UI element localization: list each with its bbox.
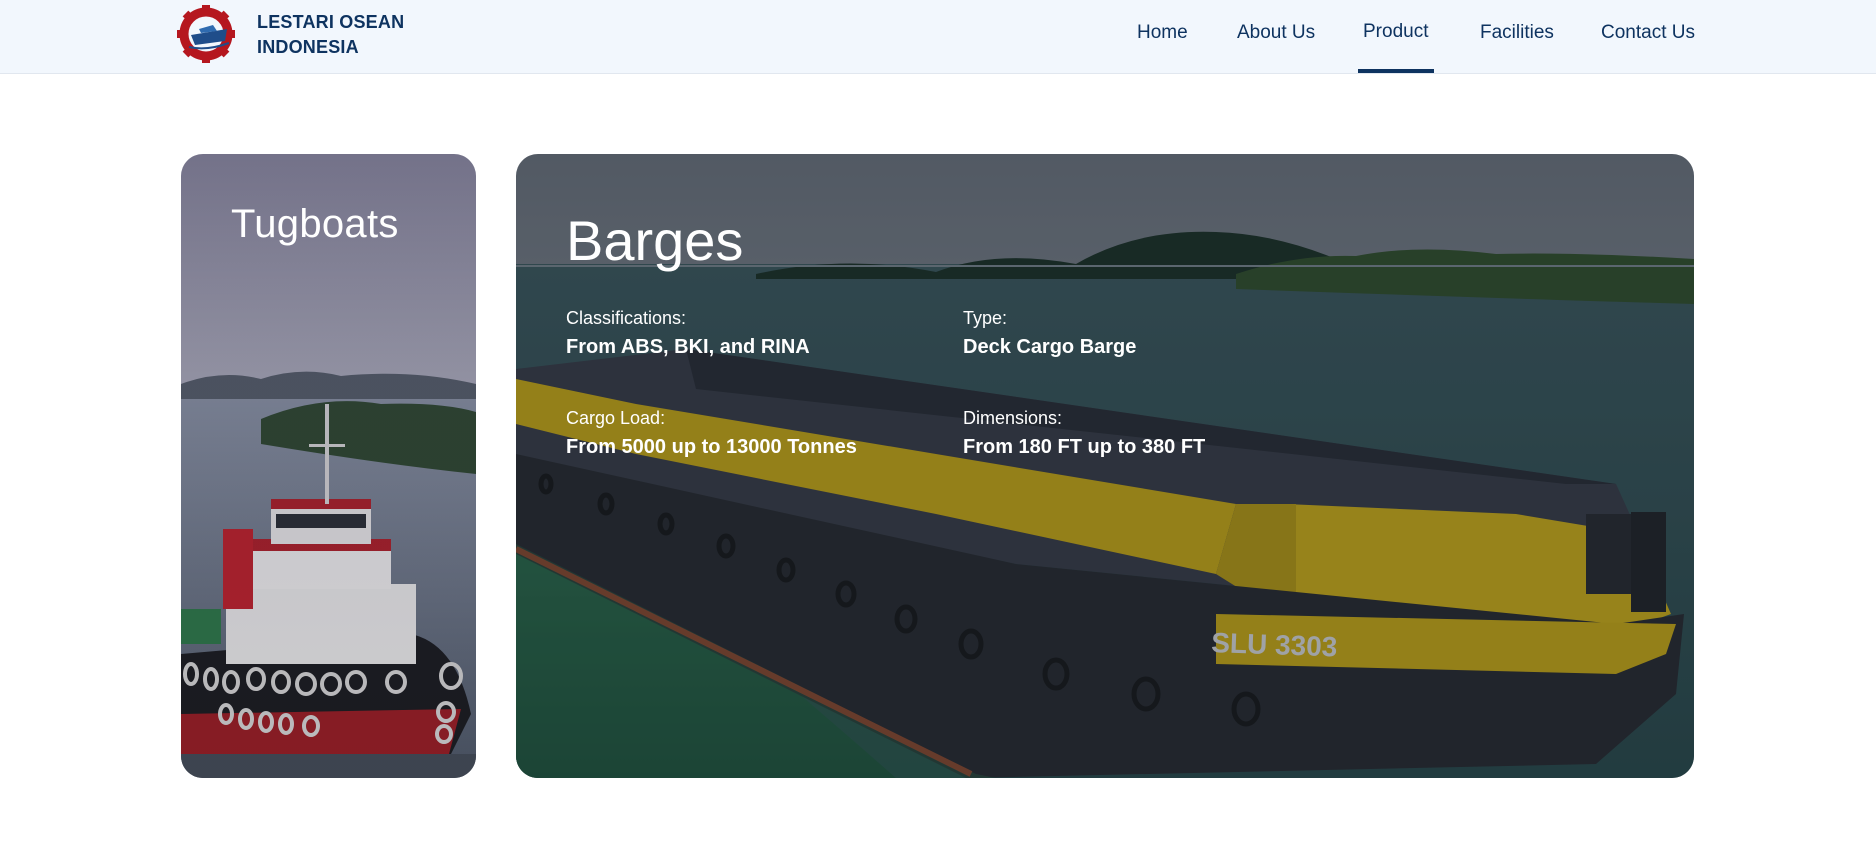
nav-contact-us[interactable]: Contact Us [1601, 22, 1695, 44]
nav-home[interactable]: Home [1137, 22, 1188, 44]
nav-product[interactable]: Product [1363, 21, 1428, 43]
nav-about-us[interactable]: About Us [1237, 22, 1315, 44]
spec-value: Deck Cargo Barge [963, 336, 1137, 358]
product-card-tugboats[interactable]: Tugboats [181, 154, 476, 778]
spec-label: Cargo Load: [566, 408, 666, 428]
tugboats-title: Tugboats [231, 202, 399, 246]
nav-active-indicator [1358, 69, 1434, 73]
spec-value: From ABS, BKI, and RINA [566, 336, 810, 358]
gear-ship-logo-icon[interactable] [177, 5, 239, 63]
brand-line-2: INDONESIA [257, 37, 359, 57]
spec-value: From 180 FT up to 380 FT [963, 436, 1206, 458]
spec-dimensions: Dimensions: From 180 FT up to 380 FT [963, 407, 1205, 461]
brand-line-1: LESTARI OSEAN [257, 12, 405, 32]
spec-type: Type: Deck Cargo Barge [963, 307, 1136, 361]
spec-label: Dimensions: [963, 408, 1063, 428]
spec-value: From 5000 up to 13000 Tonnes [566, 436, 857, 458]
spec-classifications: Classifications: From ABS, BKI, and RINA [566, 307, 810, 361]
card-overlay [181, 154, 476, 778]
nav-facilities[interactable]: Facilities [1480, 22, 1554, 44]
spec-label: Type: [963, 308, 1008, 328]
product-card-barges[interactable]: SLU 3303 Barges Classifications: From AB… [516, 154, 1694, 778]
site-header: LESTARI OSEAN INDONESIA Home About Us Pr… [0, 0, 1876, 74]
spec-label: Classifications: [566, 308, 687, 328]
barges-title: Barges [566, 209, 744, 272]
spec-cargo-load: Cargo Load: From 5000 up to 13000 Tonnes [566, 407, 857, 461]
brand-name[interactable]: LESTARI OSEAN INDONESIA [257, 10, 404, 60]
